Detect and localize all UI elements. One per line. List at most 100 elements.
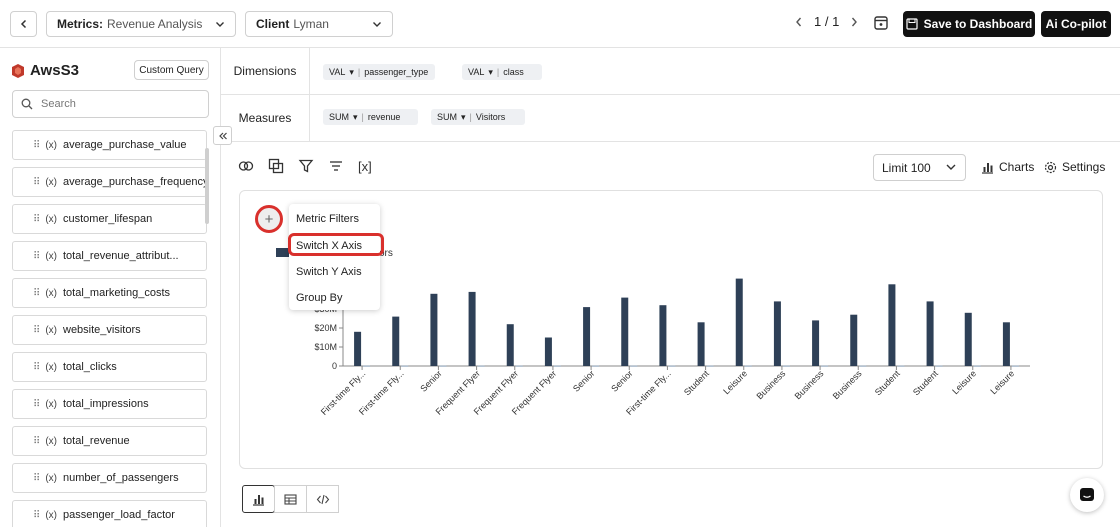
field-item[interactable]: ⠿ (x) passenger_load_factor (12, 500, 207, 527)
filter-icon[interactable] (298, 158, 314, 174)
back-button[interactable] (10, 11, 37, 37)
field-item[interactable]: ⠿ (x) total_revenue (12, 426, 207, 456)
drag-handle-icon[interactable]: ⠿ (33, 177, 40, 188)
data-source-name: AwsS3 (30, 62, 79, 79)
preview-icon[interactable] (872, 14, 890, 32)
chip-agg[interactable]: SUM (437, 112, 457, 122)
variable-icon[interactable]: [x] (358, 159, 372, 174)
y-tick-label: 0 (332, 361, 337, 371)
bar (468, 291, 476, 366)
collapse-sidebar-button[interactable] (213, 126, 232, 145)
ai-copilot-button[interactable]: Ai Co-pilot (1041, 11, 1111, 37)
drag-handle-icon[interactable]: ⠿ (33, 510, 40, 521)
metrics-value: Revenue Analysis (107, 17, 203, 31)
field-name: passenger_load_factor (63, 509, 175, 521)
field-item[interactable]: ⠿ (x) customer_lifespan (12, 204, 207, 234)
drag-handle-icon[interactable]: ⠿ (33, 325, 40, 336)
client-value: Lyman (293, 17, 329, 31)
field-item[interactable]: ⠿ (x) total_impressions (12, 389, 207, 419)
add-option-button[interactable]: + (255, 205, 283, 233)
field-item[interactable]: ⠿ (x) total_revenue_attribut... (12, 241, 207, 271)
field-name: total_marketing_costs (63, 287, 170, 299)
bar-chart-icon (253, 494, 264, 506)
field-name: average_purchase_frequency... (63, 176, 207, 188)
prev-page-icon[interactable] (794, 16, 804, 28)
bar (1002, 322, 1010, 366)
limit-label: Limit (882, 160, 908, 175)
field-name: average_purchase_value (63, 139, 187, 151)
drag-handle-icon[interactable]: ⠿ (33, 473, 40, 484)
bar (392, 316, 400, 366)
gear-icon (1044, 161, 1057, 173)
tab-table-view[interactable] (274, 485, 307, 513)
limit-select[interactable]: Limit 100 (873, 154, 966, 181)
bar (354, 331, 362, 366)
search-input[interactable]: Search (12, 90, 209, 118)
bar (544, 337, 552, 366)
x-tick-label: Business (754, 368, 787, 401)
field-item[interactable]: ⠿ (x) average_purchase_frequency... (12, 167, 207, 197)
bar (897, 365, 905, 367)
custom-query-button[interactable]: Custom Query (134, 60, 209, 80)
sort-icon[interactable] (328, 158, 344, 174)
settings-button[interactable]: Settings (1044, 160, 1105, 174)
save-to-dashboard-button[interactable]: Save to Dashboard (903, 11, 1035, 37)
field-name: total_clicks (63, 361, 117, 373)
save-to-dashboard-label: Save to Dashboard (923, 17, 1033, 31)
menu-item-switch-y-axis[interactable]: Switch Y Axis (296, 266, 362, 278)
dimension-chip[interactable]: VAL ▾ | class (462, 64, 542, 80)
chip-separator: | (496, 67, 500, 77)
bar (859, 365, 867, 367)
dimension-chip[interactable]: VAL ▾ | passenger_type (323, 64, 435, 80)
chip-agg[interactable]: VAL (468, 67, 484, 77)
drag-handle-icon[interactable]: ⠿ (33, 140, 40, 151)
charts-button[interactable]: Charts (981, 160, 1034, 174)
metrics-select[interactable]: Metrics: Revenue Analysis (46, 11, 236, 37)
x-tick-label: Senior (609, 368, 634, 393)
field-item[interactable]: ⠿ (x) number_of_passengers (12, 463, 207, 493)
menu-item-group-by[interactable]: Group By (296, 292, 342, 304)
join-icon[interactable] (238, 158, 254, 174)
field-name: total_impressions (63, 398, 149, 410)
chevron-down-icon (373, 22, 381, 27)
variable-icon: (x) (45, 398, 57, 410)
sidebar-scrollbar[interactable] (205, 148, 209, 224)
bar (782, 365, 790, 367)
variable-icon: (x) (45, 509, 57, 521)
drag-handle-icon[interactable]: ⠿ (33, 362, 40, 373)
bar-chart-icon (982, 162, 993, 174)
field-item[interactable]: ⠿ (x) total_clicks (12, 352, 207, 382)
field-name: website_visitors (63, 324, 141, 336)
drag-handle-icon[interactable]: ⠿ (33, 214, 40, 225)
tab-chart-view[interactable] (242, 485, 275, 513)
drag-handle-icon[interactable]: ⠿ (33, 251, 40, 262)
measure-chip[interactable]: SUM ▾ | Visitors (431, 109, 525, 125)
drag-handle-icon[interactable]: ⠿ (33, 436, 40, 447)
variable-icon: (x) (45, 324, 57, 336)
variable-icon: (x) (45, 361, 57, 373)
union-icon[interactable] (268, 158, 284, 174)
field-item[interactable]: ⠿ (x) total_marketing_costs (12, 278, 207, 308)
bar (439, 365, 447, 367)
tab-code-view[interactable] (306, 485, 339, 513)
client-select[interactable]: Client Lyman (245, 11, 393, 37)
menu-item-metric-filters[interactable]: Metric Filters (296, 213, 359, 225)
bar (506, 324, 514, 366)
drag-handle-icon[interactable]: ⠿ (33, 399, 40, 410)
measures-label: Measures (221, 95, 310, 141)
bar (821, 365, 829, 367)
drag-handle-icon[interactable]: ⠿ (33, 288, 40, 299)
pager: 1 / 1 (794, 14, 859, 29)
next-page-icon[interactable] (849, 16, 859, 28)
chip-agg[interactable]: SUM (329, 112, 349, 122)
chip-agg[interactable]: VAL (329, 67, 345, 77)
bar (812, 320, 820, 366)
field-item[interactable]: ⠿ (x) average_purchase_value (12, 130, 207, 160)
y-tick-label: $20M (314, 323, 337, 333)
search-icon (21, 98, 33, 110)
field-item[interactable]: ⠿ (x) website_visitors (12, 315, 207, 345)
page-indicator: 1 / 1 (814, 14, 840, 29)
chip-separator: | (469, 112, 472, 122)
chat-support-button[interactable] (1070, 478, 1104, 512)
measure-chip[interactable]: SUM ▾ | revenue (323, 109, 418, 125)
